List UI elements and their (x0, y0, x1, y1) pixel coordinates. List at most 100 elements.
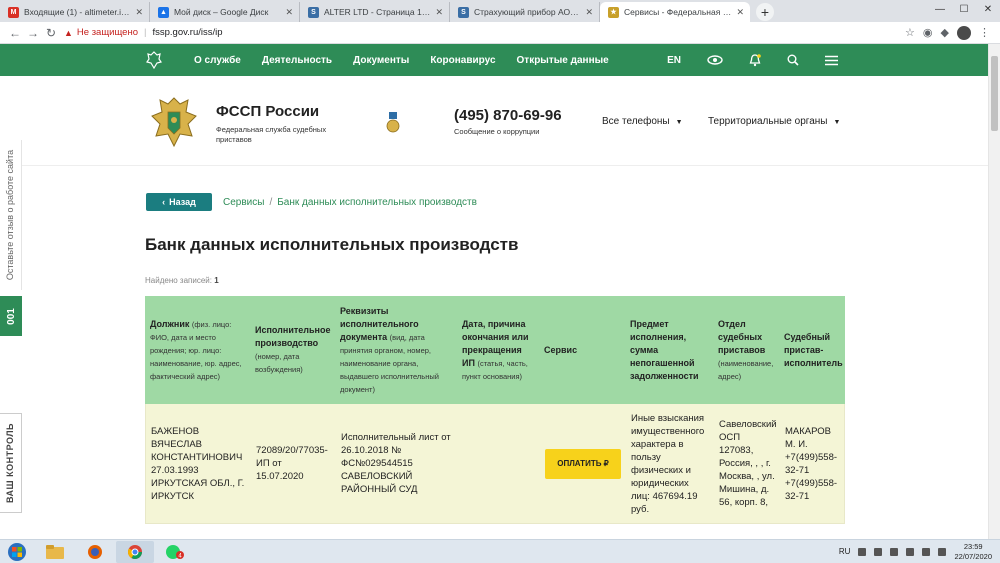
gmail-icon: M (8, 6, 19, 18)
url-field[interactable]: ▲ Не защищено | fssp.gov.ru/iss/ip (64, 24, 905, 42)
page-scrollbar[interactable] (988, 44, 1000, 539)
forward-arrow-icon[interactable]: → (24, 26, 42, 40)
close-tab-icon[interactable]: ✕ (585, 7, 593, 18)
breadcrumb-item-current[interactable]: Банк данных исполнительных производств (277, 197, 477, 208)
cell-end-date (458, 404, 540, 523)
badge-label: 001 (5, 307, 17, 325)
pay-button[interactable]: ОПЛАТИТЬ ₽ (545, 448, 621, 479)
column-header-document: Реквизиты исполнительного документа (вид… (335, 296, 457, 404)
window-controls: — ☐ ✕ (928, 0, 1000, 20)
browser-tab[interactable]: S Страхующий прибор АО Полет ✕ (450, 2, 600, 22)
column-header-service: Сервис (539, 296, 625, 404)
phone-number[interactable]: (495) 870-69-96 (454, 107, 562, 124)
brand-block: ФССП России Федеральная служба судебных … (216, 103, 346, 145)
tray-icon[interactable] (858, 547, 867, 556)
warning-icon: ▲ (64, 27, 73, 38)
breadcrumb-item-services[interactable]: Сервисы (223, 197, 264, 208)
chevron-left-icon: ‹ (162, 197, 166, 207)
security-label: Не защищено (76, 27, 138, 38)
address-bar: ← → ↻ ▲ Не защищено | fssp.gov.ru/iss/ip… (0, 22, 1000, 44)
browser-tab[interactable]: M Входящие (1) - altimeter.info@g ✕ (0, 2, 150, 22)
taskbar-whatsapp[interactable]: 4 (156, 541, 194, 563)
close-tab-icon[interactable]: ✕ (736, 7, 744, 18)
volume-icon[interactable] (938, 547, 947, 556)
back-button[interactable]: ‹ Назад (146, 193, 212, 211)
territorial-dropdown[interactable]: Территориальные органы ▼ (708, 116, 840, 127)
column-header-bailiff: Судебный пристав-исполнитель (779, 296, 845, 404)
system-tray: RU 23:59 22/07/2020 (839, 542, 992, 562)
control-label: ВАШ КОНТРОЛЬ (5, 422, 16, 504)
search-icon[interactable] (787, 54, 799, 66)
site-navbar: О службе Деятельность Документы Коронави… (0, 44, 988, 76)
column-title: Судебный пристав-исполнитель (784, 331, 843, 368)
column-hint: (номер, дата возбуждения) (255, 352, 303, 374)
extension-icon[interactable]: ◉ (923, 26, 933, 39)
chrome-icon (128, 544, 142, 559)
clock-date: 22/07/2020 (954, 551, 992, 561)
close-tab-icon[interactable]: ✕ (135, 7, 143, 18)
found-label: Найдено записей: (145, 276, 212, 285)
fssp-emblem-logo[interactable] (148, 94, 200, 150)
column-hint: (наименование, адрес) (718, 358, 774, 381)
breadcrumb: Сервисы / Банк данных исполнительных произ… (223, 197, 477, 208)
taskbar-clock[interactable]: 23:59 22/07/2020 (954, 542, 992, 562)
badge-001[interactable]: 001 (0, 296, 22, 336)
nav-item-activity[interactable]: Деятельность (262, 55, 332, 66)
browser-tab-active[interactable]: ★ Сервисы - Федеральная служб ✕ (600, 2, 750, 22)
new-tab-button[interactable]: + (756, 3, 774, 21)
tray-icon[interactable] (874, 547, 883, 556)
column-title: Должник (150, 318, 190, 329)
feedback-side-tab[interactable]: Оставьте отзыв о работе сайта (0, 140, 22, 290)
tab-title: Страхующий прибор АО Полет (474, 7, 580, 17)
maximize-icon[interactable]: ☐ (952, 0, 976, 20)
back-arrow-icon[interactable]: ← (6, 26, 24, 40)
your-control-widget[interactable]: ВАШ КОНТРОЛЬ (0, 413, 22, 513)
network-icon[interactable] (922, 547, 931, 556)
column-title: Отдел судебных приставов (718, 318, 766, 355)
reload-icon[interactable]: ↻ (42, 26, 60, 40)
taskbar-explorer[interactable] (36, 541, 74, 563)
table-header-row: Должник (физ. лицо: ФИО, дата и место ро… (145, 296, 845, 404)
input-language[interactable]: RU (839, 547, 851, 556)
brand-subtitle: Федеральная служба судебных приставов (216, 125, 327, 144)
bell-icon[interactable] (749, 53, 761, 67)
close-window-icon[interactable]: ✕ (976, 0, 1000, 20)
eye-icon[interactable] (707, 55, 723, 65)
site-header: ФССП России Федеральная служба судебных … (22, 76, 988, 166)
tray-icon[interactable] (890, 547, 899, 556)
menu-dots-icon[interactable]: ⋮ (979, 26, 990, 39)
nav-item-about[interactable]: О службе (194, 55, 241, 66)
scrollbar-thumb[interactable] (991, 56, 998, 131)
language-switch[interactable]: EN (667, 55, 681, 66)
nav-item-documents[interactable]: Документы (353, 55, 409, 66)
cell-department: Савеловский ОСП 127083, Россия, , , г. М… (719, 419, 777, 508)
taskbar-chrome[interactable] (116, 540, 154, 563)
browser-tab[interactable]: S ALTER LTD - Страница 19 - Маг ✕ (300, 2, 450, 22)
tab-title: ALTER LTD - Страница 19 - Маг (324, 7, 430, 17)
medal-icon (386, 112, 400, 133)
tab-title: Мой диск – Google Диск (174, 7, 269, 17)
profile-avatar[interactable] (957, 25, 971, 40)
page-title: Банк данных исполнительных производств (145, 235, 519, 254)
nav-item-covid[interactable]: Коронавирус (430, 55, 495, 66)
tray-icon[interactable] (906, 547, 915, 556)
close-tab-icon[interactable]: ✕ (285, 7, 293, 18)
bookmark-star-icon[interactable]: ☆ (905, 26, 915, 39)
start-button[interactable] (0, 540, 34, 563)
all-phones-dropdown[interactable]: Все телефоны ▼ (602, 116, 683, 127)
tab-title: Входящие (1) - altimeter.info@g (24, 7, 130, 17)
close-tab-icon[interactable]: ✕ (435, 7, 443, 18)
column-header-proceeding: Исполнительное производство (номер, дата… (250, 296, 335, 404)
taskbar-firefox[interactable] (76, 541, 114, 563)
minimize-icon[interactable]: — (928, 0, 952, 20)
column-title: Предмет исполнения, сумма непогашенной з… (630, 318, 699, 381)
emblem-icon[interactable] (146, 51, 162, 69)
browser-toolbar-icons: ☆ ◉ ◆ ⋮ (905, 25, 990, 40)
table-row: БАЖЕНОВ ВЯЧЕСЛАВ КОНСТАНТИНОВИЧ 27.03.19… (145, 404, 845, 524)
hamburger-menu-icon[interactable] (825, 55, 838, 66)
feedback-label: Оставьте отзыв о работе сайта (5, 149, 16, 281)
nav-item-open-data[interactable]: Открытые данные (517, 55, 609, 66)
extension-icon[interactable]: ◆ (941, 26, 949, 39)
browser-tab[interactable]: ▲ Мой диск – Google Диск ✕ (150, 2, 300, 22)
column-title: Исполнительное производство (255, 325, 331, 348)
